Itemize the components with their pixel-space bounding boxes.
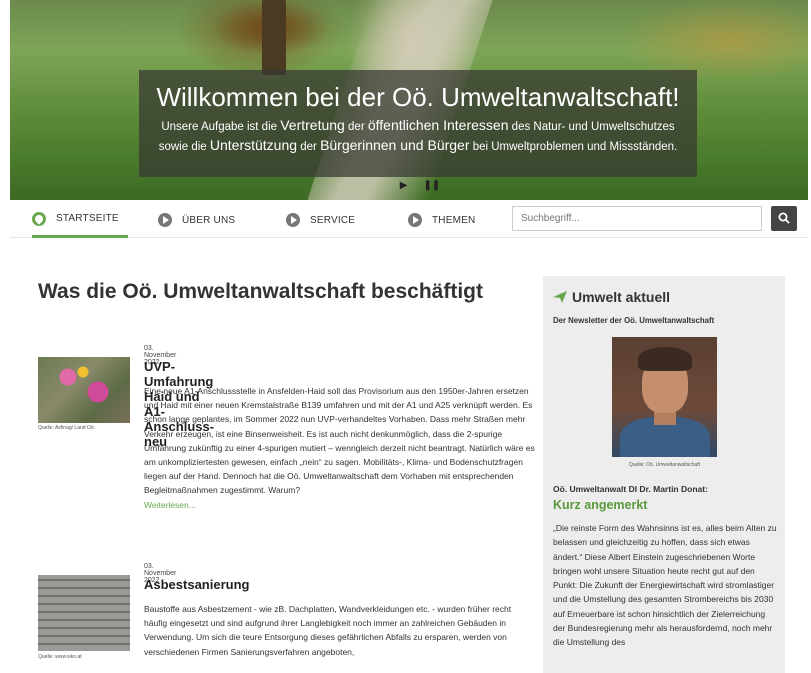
hero-banner: Willkommen bei der Oö. Umweltanwaltschaf…: [10, 0, 808, 200]
author-name: Oö. Umweltanwalt DI Dr. Martin Donat:: [553, 484, 708, 494]
image-caption: Quelle: Asfinag/ Land Oö.: [38, 425, 95, 431]
arrow-circle-icon: [408, 213, 422, 227]
nav-item-service[interactable]: SERVICE: [286, 202, 355, 238]
play-icon[interactable]: ▶: [400, 180, 408, 194]
hero-text: Unsere Aufgabe ist die Vertretung der öf…: [158, 117, 678, 153]
sidebar-text: „Die reinste Form des Wahnsinns ist es, …: [553, 523, 777, 648]
nav-item-themen[interactable]: THEMEN: [408, 202, 475, 238]
article-thumbnail-roof[interactable]: [38, 575, 130, 651]
page-title: Was die Oö. Umweltanwaltschaft beschäfti…: [38, 280, 483, 303]
article-thumbnail-map[interactable]: [38, 357, 130, 423]
newsletter-sidebar: Umwelt aktuell Der Newsletter der Oö. Um…: [543, 276, 785, 673]
paper-plane-icon: [553, 291, 567, 303]
search-button[interactable]: [771, 206, 797, 231]
image-caption: Quelle: www.wko.at: [38, 654, 82, 660]
nav-label: THEMEN: [432, 214, 476, 226]
nav-item-startseite[interactable]: STARTSEITE: [32, 202, 128, 238]
article-title[interactable]: Asbestsanierung: [144, 577, 249, 592]
article-body: Baustoffe aus Asbestzement - wie zB. Dac…: [144, 604, 512, 657]
photo-caption: Quelle: Oö. Umweltanwaltschaft: [628, 462, 701, 468]
slider-controls: ▶ ❚❚: [396, 180, 444, 194]
sidebar-heading[interactable]: Kurz angemerkt: [553, 498, 647, 512]
author-photo: [612, 337, 717, 457]
sidebar-title: Umwelt aktuell: [572, 289, 671, 305]
hero-title: Willkommen bei der Oö. Umweltanwaltschaf…: [156, 82, 680, 112]
pause-icon[interactable]: ❚❚: [423, 180, 440, 194]
hero-tree-trunk: [262, 0, 286, 75]
read-more-link[interactable]: Weiterlesen...: [144, 500, 196, 510]
sidebar-subtitle: Der Newsletter der Oö. Umweltanwaltschaf…: [553, 316, 715, 325]
arrow-circle-icon: [286, 213, 300, 227]
search-icon: [778, 212, 790, 224]
nav-label: ÜBER UNS: [182, 214, 236, 226]
hero-overlay: Willkommen bei der Oö. Umweltanwaltschaf…: [139, 70, 697, 177]
home-leaf-icon: [32, 211, 46, 226]
nav-label: SERVICE: [310, 214, 356, 226]
nav-item-ueber-uns[interactable]: ÜBER UNS: [158, 202, 235, 238]
search-input[interactable]: [512, 206, 762, 231]
nav-label: STARTSEITE: [56, 213, 119, 224]
arrow-circle-icon: [158, 213, 172, 227]
article-body: Eine neue A1-Anschlussstelle in Ansfelde…: [144, 386, 535, 510]
